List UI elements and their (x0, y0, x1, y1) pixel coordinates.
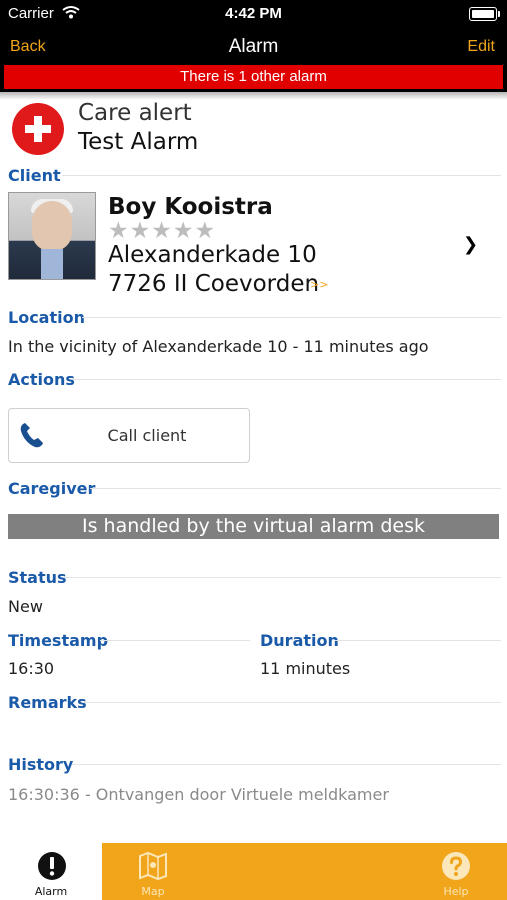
client-address-city: 7726 II Coevorden (108, 271, 320, 297)
status-value: New (8, 597, 43, 616)
banner-container: There is 1 other alarm (0, 64, 507, 92)
help-icon (442, 852, 470, 880)
divider (100, 640, 250, 641)
section-remarks: Remarks (8, 693, 87, 712)
divider (90, 488, 501, 489)
client-name: Boy Kooistra (108, 194, 273, 220)
address-more-indicator: >> (310, 278, 329, 291)
call-client-label: Call client (107, 426, 187, 445)
divider (334, 640, 501, 641)
tab-bar: Alarm Map Help (0, 843, 507, 900)
header-shadow (0, 92, 507, 100)
care-alert-icon (12, 103, 64, 155)
divider (62, 175, 501, 176)
client-rating-stars: ★★★★★ (108, 218, 217, 244)
section-location: Location (8, 308, 85, 327)
page-title: Alarm (228, 36, 279, 57)
divider (64, 577, 501, 578)
divider (82, 317, 501, 318)
tab-alarm[interactable]: Alarm (0, 843, 102, 900)
map-icon (139, 851, 167, 881)
client-photo (8, 192, 96, 280)
section-actions: Actions (8, 370, 75, 389)
status-bar: Carrier 4:42 PM (0, 0, 507, 28)
edit-button[interactable]: Edit (467, 38, 495, 56)
tab-help[interactable]: Help (405, 843, 507, 900)
section-caregiver: Caregiver (8, 479, 96, 498)
section-timestamp: Timestamp (8, 631, 109, 650)
alert-circle-icon (38, 852, 66, 880)
divider (82, 702, 501, 703)
location-text: In the vicinity of Alexanderkade 10 - 11… (8, 337, 429, 356)
history-entry: 16:30:36 - Ontvangen door Virtuele meldk… (8, 785, 389, 804)
section-history: History (8, 755, 74, 774)
caregiver-status-bar: Is handled by the virtual alarm desk (8, 514, 499, 539)
alert-type: Care alert (78, 100, 192, 126)
tab-alarm-label: Alarm (34, 885, 68, 898)
other-alarm-banner[interactable]: There is 1 other alarm (4, 65, 503, 89)
alert-name: Test Alarm (78, 129, 199, 155)
battery-icon (469, 7, 500, 21)
client-address-street: Alexanderkade 10 (108, 242, 317, 268)
tab-help-label: Help (443, 885, 469, 898)
clock: 4:42 PM (225, 5, 282, 22)
timestamp-value: 16:30 (8, 659, 55, 678)
client-details-chevron-icon[interactable]: ❯ (463, 234, 478, 255)
navigation-bar: Back Alarm Edit (0, 28, 507, 64)
call-client-button[interactable]: Call client (8, 408, 250, 463)
duration-value: 11 minutes (260, 659, 351, 678)
section-duration: Duration (260, 631, 339, 650)
tab-map[interactable]: Map (102, 843, 204, 900)
section-status: Status (8, 568, 67, 587)
tab-map-label: Map (141, 885, 165, 898)
section-client: Client (8, 166, 61, 185)
divider (72, 764, 501, 765)
divider (72, 379, 501, 380)
